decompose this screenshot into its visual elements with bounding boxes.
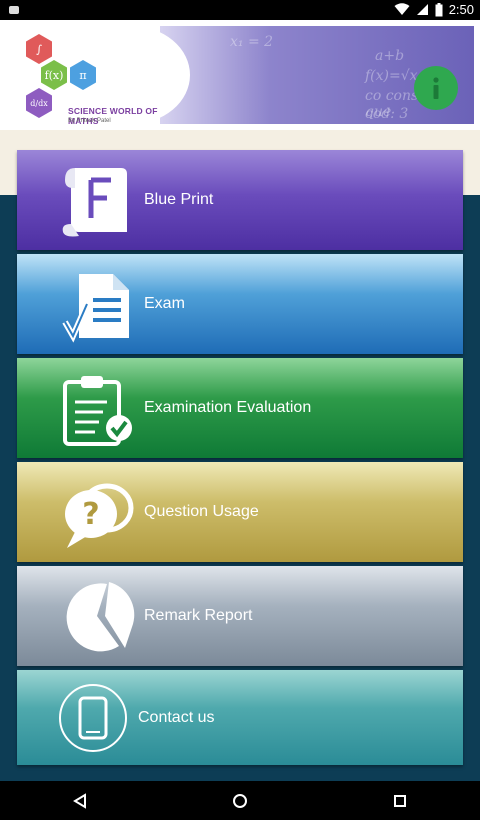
exam-document-icon bbox=[62, 274, 129, 343]
home-button[interactable] bbox=[220, 786, 260, 816]
banner-math-text: a+b bbox=[375, 48, 405, 64]
back-icon bbox=[73, 792, 86, 809]
banner-math-text: cod: 3 bbox=[365, 106, 409, 122]
recents-icon bbox=[394, 794, 406, 807]
menu-item-question-usage[interactable]: ? Question Usage bbox=[17, 462, 463, 562]
menu-item-label: Exam bbox=[144, 295, 185, 312]
pie-chart-icon bbox=[66, 582, 135, 652]
svg-text:?: ? bbox=[82, 497, 99, 532]
menu-item-label: Blue Print bbox=[144, 191, 214, 208]
clipboard-check-icon bbox=[63, 376, 132, 446]
info-icon bbox=[433, 77, 439, 99]
clock: 2:50 bbox=[448, 2, 474, 17]
pi-hex-icon: π bbox=[70, 60, 96, 90]
android-notification-icon bbox=[9, 6, 19, 14]
derivative-hex-icon: d/dx bbox=[26, 88, 52, 118]
menu-item-blue-print[interactable]: Blue Print bbox=[17, 150, 463, 250]
system-nav-bar bbox=[0, 781, 480, 820]
integral-hex-icon: ∫ bbox=[26, 34, 52, 64]
menu-item-remark-report[interactable]: Remark Report bbox=[17, 566, 463, 666]
banner-math-text: f(x)=√x bbox=[365, 68, 418, 84]
brand-subtitle: By Pritesh Patel bbox=[68, 118, 111, 124]
phone-icon bbox=[59, 684, 127, 752]
battery-icon bbox=[435, 2, 443, 16]
app-header: x₁ = 2 a+b f(x)=√x co considère que cod:… bbox=[0, 20, 480, 130]
status-bar: 2:50 bbox=[0, 0, 480, 20]
menu-item-label: Question Usage bbox=[144, 503, 259, 520]
menu-item-contact-us[interactable]: Contact us bbox=[17, 670, 463, 765]
recents-button[interactable] bbox=[380, 786, 420, 816]
menu-item-label: Contact us bbox=[138, 708, 215, 726]
info-button[interactable] bbox=[414, 66, 458, 110]
home-icon bbox=[233, 793, 247, 808]
menu-item-examination-evaluation[interactable]: Examination Evaluation bbox=[17, 358, 463, 458]
app-logo: ∫ f(x) π d/dx SCIENCE WORLD OF MATHS By … bbox=[10, 26, 190, 126]
menu-item-label: Remark Report bbox=[144, 607, 253, 624]
back-button[interactable] bbox=[60, 786, 100, 816]
function-hex-icon: f(x) bbox=[41, 60, 67, 90]
wifi-icon bbox=[394, 3, 410, 15]
signal-icon bbox=[416, 4, 428, 15]
menu-item-label: Examination Evaluation bbox=[144, 399, 312, 416]
banner-math-text: x₁ = 2 bbox=[230, 34, 274, 50]
menu-item-exam[interactable]: Exam bbox=[17, 254, 463, 354]
question-bubbles-icon: ? bbox=[65, 483, 134, 548]
blueprint-scroll-icon bbox=[62, 168, 127, 237]
